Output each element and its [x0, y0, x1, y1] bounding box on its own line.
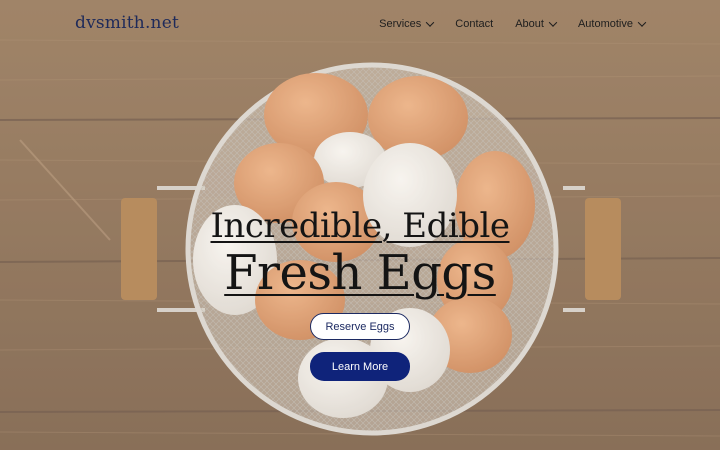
learn-more-button[interactable]: Learn More [310, 352, 410, 381]
hero-title-line2: Fresh Eggs [224, 245, 496, 301]
nav-item-contact[interactable]: Contact [455, 18, 493, 30]
site-logo[interactable]: dvsmith.net [75, 13, 179, 33]
reserve-eggs-button[interactable]: Reserve Eggs [310, 313, 410, 340]
main-nav: Services Contact About Automotive [379, 18, 647, 30]
nav-item-about[interactable]: About [515, 18, 558, 30]
site-header: dvsmith.net Services Contact About Autom… [0, 0, 720, 50]
nav-item-label: About [515, 18, 544, 30]
nav-item-label: Contact [455, 18, 494, 30]
nav-item-label: Services [379, 18, 422, 30]
nav-item-label: Automotive [577, 18, 633, 30]
chevron-down-icon [548, 18, 558, 27]
chevron-down-icon [426, 18, 435, 27]
page: dvsmith.net Services Contact About Autom… [0, 0, 720, 450]
nav-item-automotive[interactable]: Automotive [577, 18, 647, 30]
nav-item-services[interactable]: Services [379, 18, 435, 30]
hero-title-line1: Incredible, Edible [210, 206, 510, 246]
chevron-down-icon [637, 18, 647, 27]
